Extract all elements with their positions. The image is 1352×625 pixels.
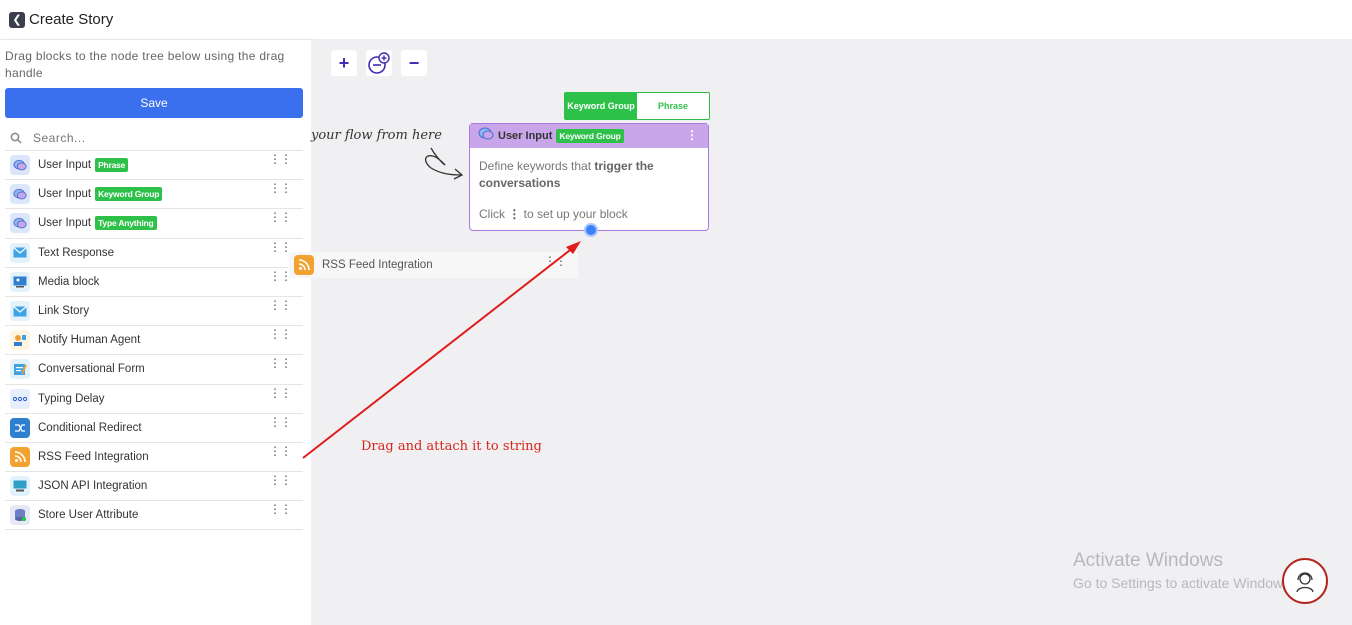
block-list: User Input Phrase ⋮⋮ User Input Keyword Grou… <box>5 151 303 531</box>
database-icon <box>10 505 30 526</box>
flow-canvas[interactable]: + − your flow from here Keyword Group Ph… <box>289 40 1352 625</box>
zoom-in-button[interactable]: + <box>331 50 357 76</box>
dragging-block-label: RSS Feed Integration <box>322 259 433 271</box>
toggle-phrase[interactable]: Phrase <box>637 93 709 119</box>
typing-dots-icon <box>10 388 30 409</box>
block-sidebar: Drag blocks to the node tree below using… <box>0 40 311 625</box>
block-label: User Input <box>38 188 92 201</box>
block-tag: Keyword Group <box>95 187 163 202</box>
click-text-post: to set up your block <box>520 207 628 221</box>
form-icon <box>10 359 30 380</box>
user-input-node[interactable]: User Input Keyword Group ⋮ Define keywor… <box>469 123 709 231</box>
block-item-user-input[interactable]: User Input Phrase ⋮⋮ <box>5 151 303 181</box>
node-connector-handle[interactable] <box>584 223 598 237</box>
block-tag: Type Anything <box>95 216 157 231</box>
rss-icon <box>294 255 314 275</box>
chat-bubble-icon <box>10 155 30 176</box>
block-label: Store User Attribute <box>38 509 139 522</box>
drag-hint: Drag blocks to the node tree below using… <box>5 49 285 80</box>
node-desc: Define keywords that <box>479 159 595 173</box>
block-label: User Input <box>38 159 92 172</box>
kebab-menu-icon[interactable]: ⋮ <box>686 128 698 142</box>
zoom-out-button[interactable]: − <box>401 50 427 76</box>
drag-handle-icon[interactable]: ⋮⋮ <box>269 474 292 486</box>
block-label: Notify Human Agent <box>38 334 141 347</box>
chat-bubble-icon <box>10 213 30 234</box>
back-arrow-icon[interactable]: ❮ <box>9 11 25 28</box>
drag-handle-icon[interactable]: ⋮⋮ <box>269 182 292 194</box>
activate-windows-watermark: Activate Windows Go to Settings to activ… <box>1073 550 1294 591</box>
block-item-typing-delay[interactable]: Typing Delay ⋮⋮ <box>5 385 303 414</box>
api-monitor-icon <box>10 476 30 497</box>
node-title: User Input <box>498 130 553 142</box>
block-item-text-response[interactable]: Text Response ⋮⋮ <box>5 239 303 268</box>
block-label: Conversational Form <box>38 363 145 376</box>
curly-arrow-icon <box>425 147 464 180</box>
drag-handle-icon[interactable]: ⋮⋮ <box>269 357 292 369</box>
zoom-fit-button[interactable] <box>366 50 392 76</box>
block-label: Text Response <box>38 246 115 259</box>
block-item-media-block[interactable]: Media block ⋮⋮ <box>5 268 303 297</box>
drag-handle-icon[interactable]: ⋮⋮ <box>269 241 292 253</box>
drag-handle-icon[interactable]: ⋮⋮ <box>269 153 292 165</box>
support-agent-button[interactable] <box>1282 558 1328 604</box>
block-label: User Input <box>38 217 92 230</box>
rss-icon <box>10 446 30 467</box>
block-label: Conditional Redirect <box>38 421 142 434</box>
block-label: Media block <box>38 275 100 288</box>
drag-handle-icon[interactable]: ⋮⋮ <box>269 416 292 428</box>
drag-handle-icon[interactable]: ⋮⋮ <box>269 503 292 515</box>
node-click-hint: Click ⋮ to set up your block <box>479 206 699 223</box>
annotation-text: Drag and attach it to string <box>361 439 542 454</box>
block-item-json-api-integration[interactable]: JSON API Integration ⋮⋮ <box>5 472 303 502</box>
block-item-rss-feed-integration[interactable]: RSS Feed Integration ⋮⋮ <box>5 443 303 473</box>
node-tag: Keyword Group <box>556 129 624 143</box>
envelope-icon <box>10 242 30 263</box>
drag-handle-icon[interactable]: ⋮⋮ <box>269 328 292 340</box>
zoom-reset-icon <box>368 52 390 74</box>
drag-handle-icon[interactable]: ⋮⋮ <box>269 299 292 311</box>
start-hint: your flow from here <box>311 128 442 143</box>
node-header: User Input Keyword Group ⋮ <box>470 124 708 148</box>
search-bar <box>5 126 303 151</box>
block-item-user-input[interactable]: User Input Type Anything ⋮⋮ <box>5 209 303 239</box>
search-input[interactable] <box>27 131 277 145</box>
block-label: JSON API Integration <box>38 480 148 493</box>
block-tag: Phrase <box>95 158 129 173</box>
block-item-link-story[interactable]: Link Story ⋮⋮ <box>5 297 303 327</box>
agent-icon <box>10 330 30 351</box>
drag-handle-icon[interactable]: ⋮⋮ <box>269 211 292 223</box>
kebab-icon: ⋮ <box>508 207 521 221</box>
block-label: Typing Delay <box>38 392 105 405</box>
shuffle-icon <box>10 417 30 438</box>
drag-handle-icon[interactable]: ⋮⋮ <box>269 387 292 399</box>
click-text: Click <box>479 207 509 221</box>
trigger-type-toggle[interactable]: Keyword Group Phrase <box>564 92 710 120</box>
envelope-icon <box>10 301 30 322</box>
block-item-conditional-redirect[interactable]: Conditional Redirect ⋮⋮ <box>5 414 303 443</box>
dragging-block[interactable]: RSS Feed Integration ⋮⋮ <box>289 252 578 278</box>
chat-bubble-icon <box>10 184 30 205</box>
block-item-notify-human-agent[interactable]: Notify Human Agent ⋮⋮ <box>5 326 303 356</box>
node-body: Define keywords that trigger the convers… <box>470 148 708 233</box>
drag-handle-icon[interactable]: ⋮⋮ <box>544 255 567 267</box>
drag-handle-icon[interactable]: ⋮⋮ <box>269 270 292 282</box>
drag-handle-icon[interactable]: ⋮⋮ <box>269 445 292 457</box>
block-item-conversational-form[interactable]: Conversational Form ⋮⋮ <box>5 355 303 385</box>
toggle-keyword-group[interactable]: Keyword Group <box>565 93 637 119</box>
search-icon <box>5 132 27 144</box>
activate-subtitle: Go to Settings to activate Windows. <box>1073 575 1294 591</box>
media-icon <box>10 271 30 292</box>
top-bar: ❮ Create Story <box>0 0 1352 40</box>
activate-title: Activate Windows <box>1073 550 1223 571</box>
headset-agent-icon <box>1296 572 1314 593</box>
block-label: RSS Feed Integration <box>38 450 149 463</box>
page-title: Create Story <box>29 11 114 28</box>
block-label: Link Story <box>38 305 90 318</box>
chat-bubble-icon <box>478 127 494 146</box>
block-item-store-user-attribute[interactable]: Store User Attribute ⋮⋮ <box>5 501 303 531</box>
save-button[interactable]: Save <box>5 88 303 118</box>
block-item-user-input[interactable]: User Input Keyword Group ⋮⋮ <box>5 180 303 210</box>
